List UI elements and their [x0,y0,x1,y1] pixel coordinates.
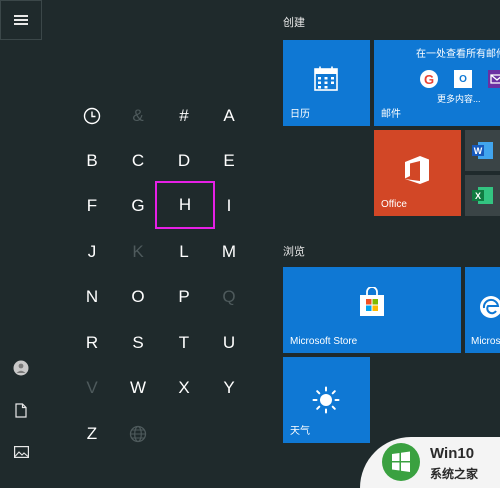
clock-icon [83,107,101,125]
letter-other-globe [118,416,158,452]
letter-ampersand: & [132,106,144,125]
letter-hash[interactable]: # [164,98,204,134]
google-icon: G [420,70,438,88]
letter-s[interactable]: S [118,325,158,361]
tile-office-label: Office [381,199,407,210]
tile-excel[interactable]: X [465,175,500,216]
yahoo-mail-icon [488,70,500,88]
tile-weather[interactable]: 天气 [283,357,370,443]
tile-store-label: Microsoft Store [290,336,358,347]
tile-mail[interactable]: 在一处查看所有邮件 G O 更多内容... 邮件 [374,40,500,126]
letter-v: V [86,378,98,397]
outlook-icon: O [454,70,472,88]
letter-g[interactable]: G [118,188,158,224]
letter-w[interactable]: W [118,370,158,406]
group-title-browse: 浏览 [283,246,305,258]
win10-logo-icon [382,443,420,481]
letter-x[interactable]: X [164,370,204,406]
letter-r[interactable]: R [72,325,112,361]
letter-d[interactable]: D [164,143,204,179]
office-logo-icon [405,156,429,184]
tile-calendar[interactable]: 日历 [283,40,370,126]
tile-mail-label: 邮件 [381,109,401,120]
mail-header-text: 在一处查看所有邮件 [416,49,500,60]
letter-p[interactable]: P [164,279,204,315]
tile-microsoft-edge[interactable]: Microsof [465,267,500,353]
site-watermark: Win10 系统之家 [360,437,500,488]
calendar-icon [314,66,338,91]
watermark-line2: 系统之家 [430,467,479,481]
svg-text:W: W [474,146,483,156]
letter-a[interactable]: A [209,98,249,134]
globe-icon [129,425,147,443]
letter-u[interactable]: U [209,325,249,361]
letter-z[interactable]: Z [72,416,112,452]
letter-f[interactable]: F [72,188,112,224]
tile-word[interactable]: W [465,130,500,171]
excel-icon: X [472,187,493,204]
letter-h-selected[interactable]: H [155,181,215,229]
letter-n[interactable]: N [72,279,112,315]
edge-icon [480,296,500,318]
tile-edge-label: Microsof [471,336,500,347]
watermark-line1: Win10 [430,445,475,462]
letter-j[interactable]: J [72,234,112,270]
mail-more-text: 更多内容... [437,94,481,104]
store-bag-icon [360,287,384,316]
tile-calendar-label: 日历 [290,109,310,120]
letter-o[interactable]: O [118,279,158,315]
word-icon: W [472,142,493,159]
letter-i[interactable]: I [209,188,249,224]
letter-y[interactable]: Y [209,370,249,406]
alphabet-jump-list: & # A B C D E F G H I J K L M N O P Q R … [0,0,270,488]
tile-office[interactable]: Office [374,130,461,216]
group-title-create: 创建 [283,17,305,29]
letter-b[interactable]: B [72,143,112,179]
tile-weather-label: 天气 [290,426,310,437]
letter-t[interactable]: T [164,325,204,361]
svg-text:X: X [475,191,481,201]
letter-l[interactable]: L [164,234,204,270]
letter-m[interactable]: M [209,234,249,270]
letter-k: K [132,242,144,261]
letter-recent-icon[interactable] [72,98,112,134]
letter-q: Q [222,287,236,306]
letter-e[interactable]: E [209,143,249,179]
sun-icon [312,386,340,414]
letter-c[interactable]: C [118,143,158,179]
tile-microsoft-store[interactable]: Microsoft Store [283,267,461,353]
